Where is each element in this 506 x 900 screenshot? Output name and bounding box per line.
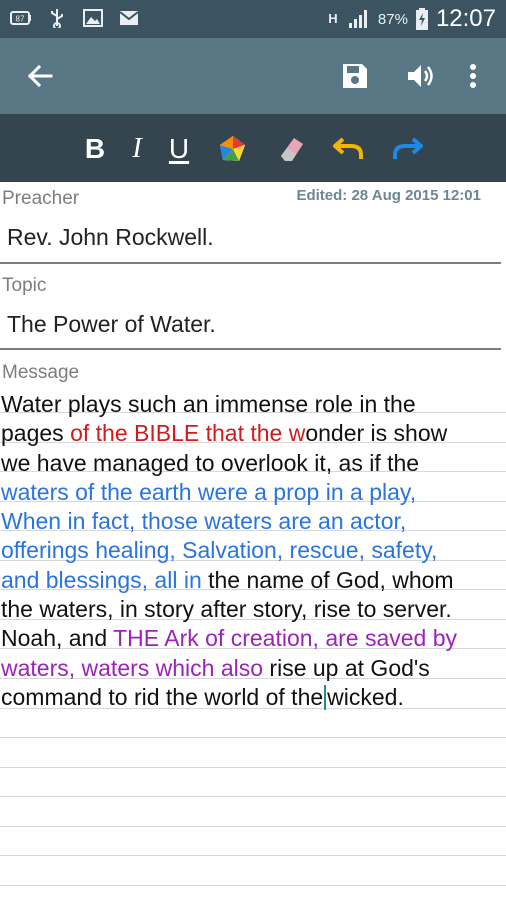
undo-icon[interactable]: [330, 130, 368, 168]
svg-text:87: 87: [16, 15, 25, 24]
preacher-underline: [0, 262, 501, 264]
preacher-label: Preacher: [2, 188, 80, 209]
edited-timestamp: Edited: 28 Aug 2015 12:01: [296, 187, 481, 204]
eraser-icon[interactable]: [272, 130, 310, 168]
topic-underline: [0, 348, 501, 350]
usb-icon: [46, 7, 68, 29]
color-palette-icon[interactable]: [214, 130, 252, 168]
ruled-line: [0, 855, 506, 856]
ruled-line: [0, 826, 506, 827]
underline-button[interactable]: U: [160, 130, 198, 168]
ruled-line: [0, 885, 506, 886]
message-line: Noah, and THE Ark of creation, are saved…: [1, 625, 458, 652]
message-line: offerings healing, Salvation, rescue, sa…: [1, 537, 438, 564]
battery-saver-icon: 87: [10, 7, 32, 29]
preacher-field[interactable]: Rev. John Rockwell.: [7, 224, 214, 251]
message-line: Water plays such an immense role in the: [1, 391, 416, 417]
clock: 12:07: [435, 5, 496, 32]
status-bar-notifications: 87: [10, 7, 140, 29]
email-icon: [118, 7, 140, 29]
ruled-line: [0, 796, 506, 797]
message-label: Message: [2, 362, 80, 383]
redo-icon[interactable]: [388, 130, 426, 168]
status-bar-system: H 87% 12:07: [326, 0, 496, 38]
message-line: the waters, in story after story, rise t…: [1, 596, 452, 623]
battery-percent: 87%: [377, 10, 408, 28]
network-type-label: H: [328, 11, 338, 26]
italic-button[interactable]: I: [118, 130, 156, 168]
topic-label: Topic: [2, 275, 47, 296]
network-type-icon: H: [326, 8, 340, 30]
bold-button[interactable]: B: [76, 130, 114, 168]
topic-field[interactable]: The Power of Water.: [7, 311, 216, 338]
back-arrow-icon[interactable]: [24, 60, 56, 92]
app-bar: [0, 38, 506, 114]
message-editor[interactable]: Water plays such an immense role in the …: [1, 390, 501, 712]
message-line: When in fact, those waters are an actor,: [1, 508, 407, 535]
message-line: pages of the BIBLE that the wonder is sh…: [1, 420, 448, 447]
image-icon: [82, 7, 104, 29]
overflow-menu-icon[interactable]: [457, 60, 489, 92]
text-cursor: [324, 684, 327, 710]
ruled-line: [0, 737, 506, 738]
formatting-toolbar: B I U: [0, 114, 506, 182]
ruled-line: [0, 767, 506, 768]
battery-charging-icon: [415, 8, 428, 30]
status-bar: 87 H 87% 12:07: [0, 0, 506, 38]
message-line: command to rid the world of the wicked.: [1, 683, 404, 710]
speaker-icon[interactable]: [405, 60, 437, 92]
save-icon[interactable]: [339, 60, 371, 92]
signal-icon: [348, 8, 370, 30]
message-line: and blessings, all in the name of God, w…: [1, 566, 454, 593]
message-line: we have managed to overlook it, as if th…: [1, 449, 420, 476]
message-line: waters of the earth were a prop in a pla…: [1, 478, 417, 505]
message-line: waters, waters which also rise up at God…: [1, 654, 430, 681]
